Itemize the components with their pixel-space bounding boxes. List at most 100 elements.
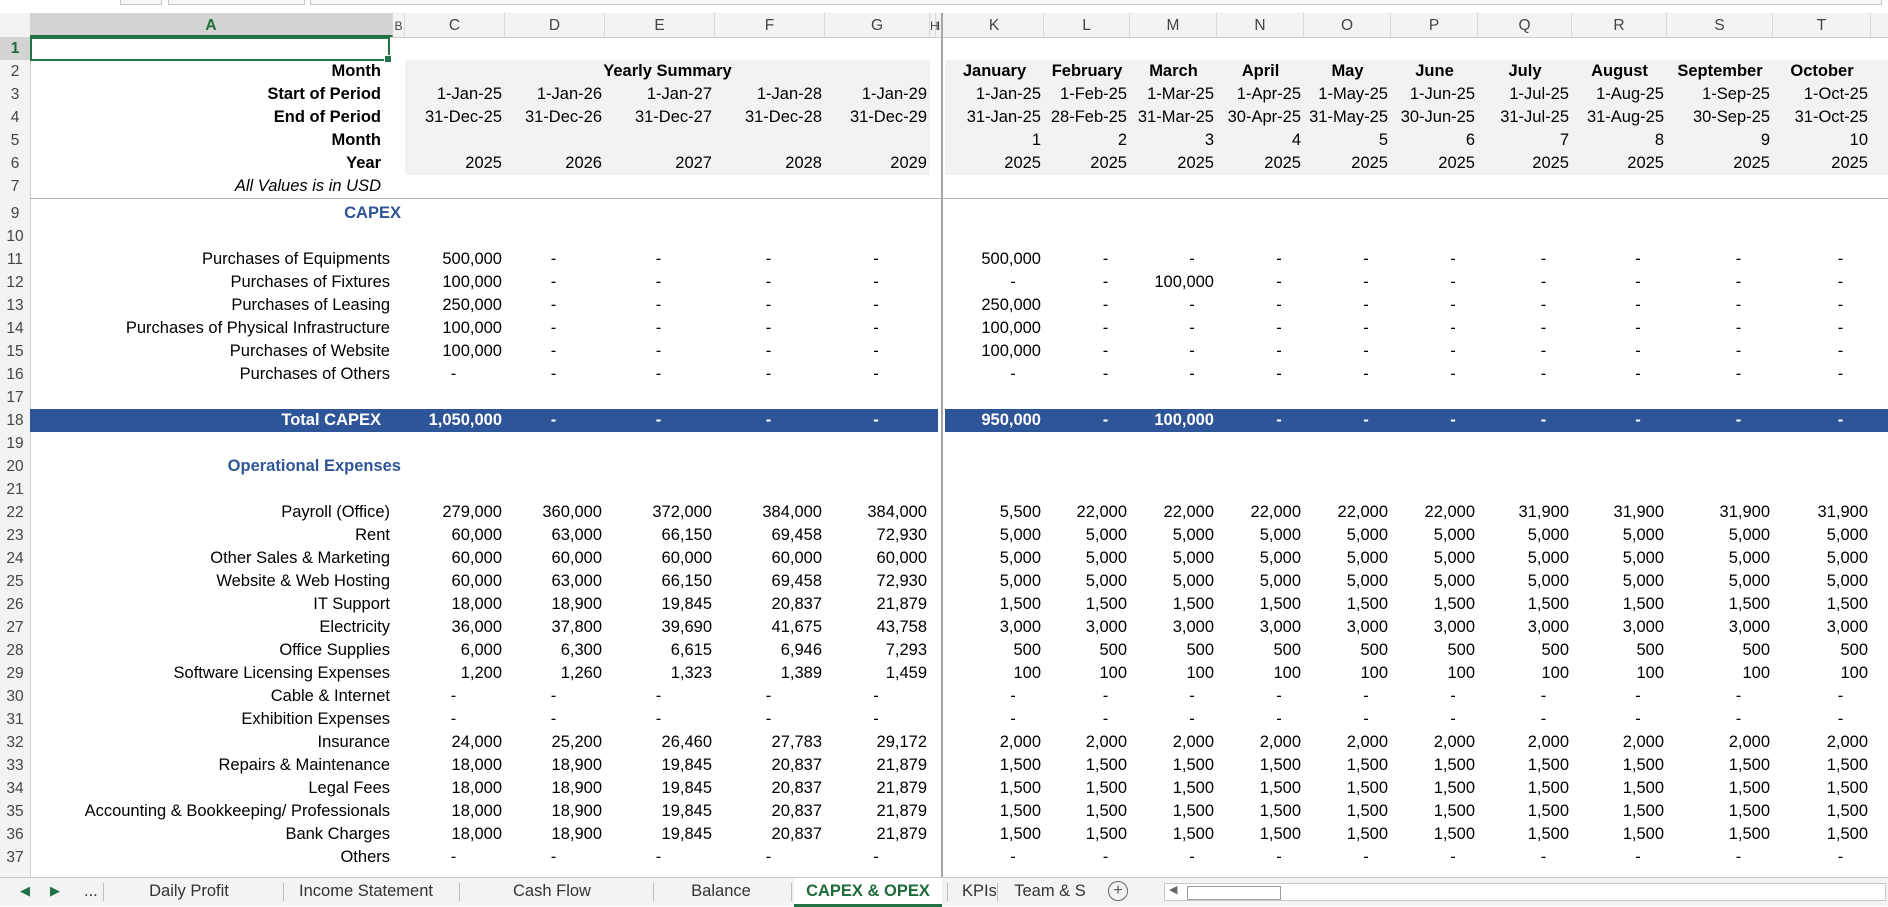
- monthly-cell[interactable]: 5,000: [1478, 524, 1572, 547]
- monthly-cell[interactable]: 1,500: [1391, 777, 1478, 800]
- monthly-cell[interactable]: -: [1478, 271, 1572, 294]
- monthly-cell[interactable]: -: [1130, 248, 1217, 271]
- yearly-cell[interactable]: 18,900: [505, 777, 605, 800]
- yearly-cell[interactable]: -: [825, 271, 890, 294]
- monthly-cell[interactable]: -: [1667, 685, 1773, 708]
- monthly-cell[interactable]: 5,000: [1391, 524, 1478, 547]
- monthly-cell[interactable]: 100: [1667, 662, 1773, 685]
- monthly-cell[interactable]: 30-Apr-25: [1217, 106, 1304, 129]
- monthly-cell[interactable]: 5,000: [1217, 570, 1304, 593]
- row-header-9[interactable]: 9: [0, 202, 30, 225]
- yearly-cell[interactable]: -: [505, 248, 565, 271]
- monthly-cell[interactable]: 2,000: [1773, 731, 1871, 754]
- monthly-cell[interactable]: 1,500: [1773, 823, 1871, 846]
- row-header-37[interactable]: 37: [0, 846, 30, 869]
- monthly-cell[interactable]: 1,500: [1773, 800, 1871, 823]
- yearly-cell[interactable]: 19,845: [605, 800, 715, 823]
- monthly-cell[interactable]: 2,000: [1667, 731, 1773, 754]
- monthly-cell[interactable]: 1,500: [1773, 777, 1871, 800]
- yearly-cell[interactable]: 60,000: [605, 547, 715, 570]
- monthly-cell[interactable]: 1-Jun-25: [1391, 83, 1478, 106]
- monthly-cell[interactable]: -: [1478, 708, 1572, 731]
- monthly-cell[interactable]: 100: [945, 662, 1044, 685]
- monthly-cell[interactable]: -: [1044, 317, 1130, 340]
- monthly-cell[interactable]: 3,000: [1391, 616, 1478, 639]
- yearly-cell[interactable]: 100,000: [405, 340, 505, 363]
- monthly-cell[interactable]: -: [1130, 846, 1217, 869]
- monthly-cell[interactable]: -: [945, 846, 1044, 869]
- monthly-cell[interactable]: 5,000: [1773, 547, 1871, 570]
- monthly-cell[interactable]: -: [1773, 846, 1871, 869]
- yearly-cell[interactable]: 18,000: [405, 823, 505, 846]
- monthly-cell[interactable]: 2025: [1304, 152, 1391, 175]
- yearly-cell[interactable]: 18,000: [405, 800, 505, 823]
- yearly-cell[interactable]: 21,879: [825, 754, 930, 777]
- yearly-cell[interactable]: -: [405, 363, 465, 386]
- yearly-cell[interactable]: -: [505, 271, 565, 294]
- column-header-g[interactable]: G: [825, 13, 930, 37]
- monthly-cell[interactable]: 2,000: [1217, 731, 1304, 754]
- yearly-cell[interactable]: 1,200: [405, 662, 505, 685]
- monthly-cell[interactable]: 1,500: [1773, 754, 1871, 777]
- monthly-cell[interactable]: 2,000: [1130, 731, 1217, 754]
- monthly-cell[interactable]: 1,500: [1391, 754, 1478, 777]
- monthly-cell[interactable]: 2025: [1667, 152, 1773, 175]
- yearly-cell[interactable]: 279,000: [405, 501, 505, 524]
- scrollbar-thumb[interactable]: [1187, 886, 1281, 900]
- yearly-cell[interactable]: 1-Jan-28: [715, 83, 825, 106]
- row-header-16[interactable]: 16: [0, 363, 30, 386]
- horizontal-scrollbar[interactable]: ◀: [1164, 883, 1886, 901]
- column-header-k[interactable]: K: [945, 13, 1044, 37]
- monthly-cell[interactable]: 5,000: [1478, 547, 1572, 570]
- monthly-cell[interactable]: -: [1478, 846, 1572, 869]
- monthly-cell[interactable]: 1,500: [1044, 800, 1130, 823]
- yearly-cell[interactable]: 2026: [505, 152, 605, 175]
- monthly-cell[interactable]: -: [1391, 685, 1478, 708]
- row-header-28[interactable]: 28: [0, 639, 30, 662]
- monthly-cell[interactable]: -: [1217, 271, 1304, 294]
- more-sheets-ellipsis[interactable]: ...: [72, 878, 98, 904]
- yearly-cell[interactable]: -: [505, 846, 565, 869]
- monthly-cell[interactable]: -: [1130, 340, 1217, 363]
- monthly-cell[interactable]: -: [1667, 248, 1773, 271]
- monthly-cell[interactable]: 31,900: [1478, 501, 1572, 524]
- monthly-cell[interactable]: -: [1667, 340, 1773, 363]
- monthly-cell[interactable]: -: [1667, 363, 1773, 386]
- total-capex-monthly-cell[interactable]: -: [1044, 409, 1130, 432]
- monthly-cell[interactable]: 30-Jun-25: [1391, 106, 1478, 129]
- yearly-cell[interactable]: 20,837: [715, 777, 825, 800]
- monthly-cell[interactable]: -: [1572, 846, 1667, 869]
- row-header-18[interactable]: 18: [0, 409, 30, 432]
- monthly-cell[interactable]: 1,500: [1130, 754, 1217, 777]
- yearly-cell[interactable]: -: [715, 363, 785, 386]
- add-sheet-icon[interactable]: +: [1108, 881, 1128, 901]
- monthly-cell[interactable]: -: [1217, 340, 1304, 363]
- yearly-cell[interactable]: -: [505, 708, 565, 731]
- yearly-cell[interactable]: 18,000: [405, 593, 505, 616]
- monthly-cell[interactable]: 1,500: [1572, 754, 1667, 777]
- monthly-cell[interactable]: 5,000: [945, 570, 1044, 593]
- yearly-cell[interactable]: 60,000: [505, 547, 605, 570]
- monthly-cell[interactable]: 1,500: [1667, 593, 1773, 616]
- yearly-cell[interactable]: 2027: [605, 152, 715, 175]
- monthly-cell[interactable]: -: [945, 708, 1044, 731]
- monthly-cell[interactable]: 10: [1773, 129, 1871, 152]
- row-header-15[interactable]: 15: [0, 340, 30, 363]
- monthly-cell[interactable]: 5,000: [1391, 570, 1478, 593]
- yearly-cell[interactable]: -: [715, 317, 785, 340]
- yearly-cell[interactable]: 2025: [405, 152, 505, 175]
- yearly-cell[interactable]: 31-Dec-29: [825, 106, 930, 129]
- monthly-cell[interactable]: -: [1217, 846, 1304, 869]
- yearly-cell[interactable]: -: [605, 363, 675, 386]
- monthly-cell[interactable]: -: [1667, 708, 1773, 731]
- monthly-cell[interactable]: -: [1572, 271, 1667, 294]
- yearly-cell[interactable]: -: [605, 294, 675, 317]
- yearly-cell[interactable]: -: [825, 340, 890, 363]
- yearly-cell[interactable]: 31-Dec-26: [505, 106, 605, 129]
- yearly-cell[interactable]: -: [605, 340, 675, 363]
- monthly-cell[interactable]: 1-Apr-25: [1217, 83, 1304, 106]
- monthly-cell[interactable]: 1,500: [1572, 593, 1667, 616]
- monthly-cell[interactable]: 500: [1572, 639, 1667, 662]
- column-header-c[interactable]: C: [405, 13, 505, 37]
- monthly-cell[interactable]: -: [945, 271, 1044, 294]
